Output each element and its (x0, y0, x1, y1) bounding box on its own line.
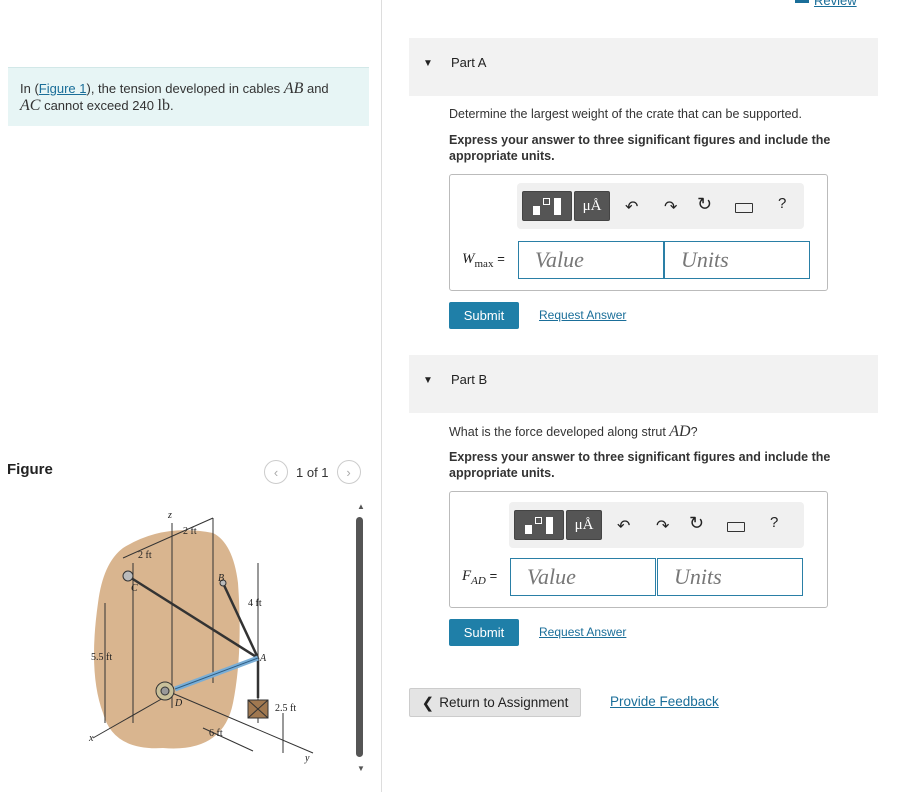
cable-ac: AC (20, 97, 41, 114)
help-button[interactable]: ? (778, 195, 786, 212)
submit-button[interactable]: Submit (449, 619, 519, 646)
variable-subscript: max (474, 258, 494, 270)
question-text: What is the force developed along strut (449, 425, 670, 439)
point-d-label: D (174, 698, 183, 709)
dim-5-5ft: 5.5 ft (91, 652, 112, 663)
part-a-label: Part A (451, 55, 487, 70)
dim-2ft-left: 2 ft (138, 550, 152, 561)
figure-page-count: 1 of 1 (296, 464, 329, 480)
variable-subscript: AD (471, 575, 486, 587)
template-block-icon (535, 517, 542, 524)
variable-symbol: F (462, 568, 472, 584)
f-ad-label: FAD = (462, 568, 497, 587)
part-a-header[interactable]: ▼ Part A (409, 38, 878, 96)
figure-diagram: z 2 ft 2 ft C B 4 ft 5.5 ft A D 2.5 ft 6… (88, 510, 314, 764)
chevron-right-icon[interactable]: › (336, 460, 361, 484)
help-button[interactable]: ? (770, 514, 778, 531)
units-button[interactable]: μÅ (574, 191, 610, 221)
keyboard-icon[interactable] (735, 203, 753, 213)
template-block-icon (525, 525, 532, 534)
review-icon (795, 0, 809, 3)
undo-icon[interactable]: ↶ (617, 516, 630, 536)
math-toolbar: μÅ ↶ ↷ ↻ ? (517, 183, 804, 229)
figure-title: Figure (7, 461, 53, 478)
request-answer-link[interactable]: Request Answer (539, 625, 626, 639)
right-panel: Review ▼ Part A Determine the largest we… (382, 0, 902, 792)
dim-2ft-top: 2 ft (183, 526, 197, 537)
template-block-icon (543, 198, 550, 205)
collapse-triangle-icon[interactable]: ▼ (423, 375, 433, 386)
point-c-label: C (131, 583, 138, 594)
templates-button[interactable] (522, 191, 572, 221)
left-panel: In (Figure 1), the tension developed in … (0, 0, 382, 792)
part-a-question: Determine the largest weight of the crat… (449, 107, 802, 121)
chevron-left-icon[interactable]: ‹ (264, 460, 288, 484)
value-input[interactable]: Value (518, 241, 664, 279)
problem-text: and (303, 81, 329, 96)
template-block-icon (554, 198, 561, 215)
variable-symbol: W (462, 251, 475, 267)
reset-icon[interactable]: ↻ (697, 194, 712, 215)
math-toolbar: μÅ ↶ ↷ ↻ ? (509, 502, 804, 548)
wall (94, 530, 240, 749)
question-text: ? (690, 425, 698, 439)
part-b-answer-box: μÅ ↶ ↷ ↻ ? FAD = Value Units (449, 491, 828, 608)
point-a-label: A (259, 653, 267, 664)
scrollbar-thumb[interactable] (356, 517, 363, 757)
part-b-label: Part B (451, 372, 488, 387)
undo-icon[interactable]: ↶ (625, 197, 638, 217)
template-block-icon (546, 517, 553, 534)
point-b-label: B (218, 573, 224, 584)
figure-pager: ‹ 1 of 1 › (264, 460, 361, 484)
figure-link[interactable]: Figure 1 (39, 81, 87, 96)
problem-statement: In (Figure 1), the tension developed in … (8, 67, 369, 126)
keyboard-icon[interactable] (727, 522, 745, 532)
problem-text: In ( (20, 81, 39, 96)
part-a-instruction: Express your answer to three significant… (449, 133, 831, 163)
equals-sign: = (489, 568, 498, 583)
w-max-label: Wmax = (462, 251, 505, 270)
request-answer-link[interactable]: Request Answer (539, 308, 626, 322)
part-b-question: What is the force developed along strut … (449, 423, 698, 441)
provide-feedback-link[interactable]: Provide Feedback (610, 694, 719, 709)
return-to-assignment-button[interactable]: ❮ Return to Assignment (409, 688, 581, 717)
unit-lb: lb (157, 97, 170, 114)
collapse-triangle-icon[interactable]: ▼ (423, 58, 433, 69)
template-block-icon (533, 206, 540, 215)
units-button[interactable]: μÅ (566, 510, 602, 540)
part-a-answer-box: μÅ ↶ ↷ ↻ ? Wmax = Value Units (449, 174, 828, 291)
redo-icon[interactable]: ↷ (656, 516, 669, 536)
reset-icon[interactable]: ↻ (689, 513, 704, 534)
templates-button[interactable] (514, 510, 564, 540)
equals-sign: = (497, 251, 505, 266)
scroll-down-icon[interactable]: ▼ (357, 764, 365, 773)
redo-icon[interactable]: ↷ (664, 197, 677, 217)
dim-6ft: 6 ft (209, 728, 223, 739)
part-b-instruction: Express your answer to three significant… (449, 450, 831, 480)
scroll-up-icon[interactable]: ▲ (357, 502, 365, 511)
chevron-left-icon: ❮ (421, 694, 435, 712)
dim-4ft: 4 ft (248, 598, 262, 609)
axis-x-label: x (88, 733, 94, 744)
units-input[interactable]: Units (664, 241, 810, 279)
axis-z-label: z (167, 510, 172, 521)
units-input[interactable]: Units (657, 558, 803, 596)
axis-y-label: y (304, 753, 310, 764)
problem-text: ), the tension developed in cables (86, 81, 284, 96)
part-b-header[interactable]: ▼ Part B (409, 355, 878, 413)
problem-text: cannot exceed 240 (40, 98, 158, 113)
cable-ab: AB (283, 80, 304, 97)
problem-text: . (170, 98, 174, 113)
return-label: Return to Assignment (439, 695, 569, 710)
submit-button[interactable]: Submit (449, 302, 519, 329)
strut-ad: AD (669, 423, 691, 440)
review-link[interactable]: Review (814, 0, 857, 8)
dim-2-5ft: 2.5 ft (275, 703, 296, 714)
value-input[interactable]: Value (510, 558, 656, 596)
